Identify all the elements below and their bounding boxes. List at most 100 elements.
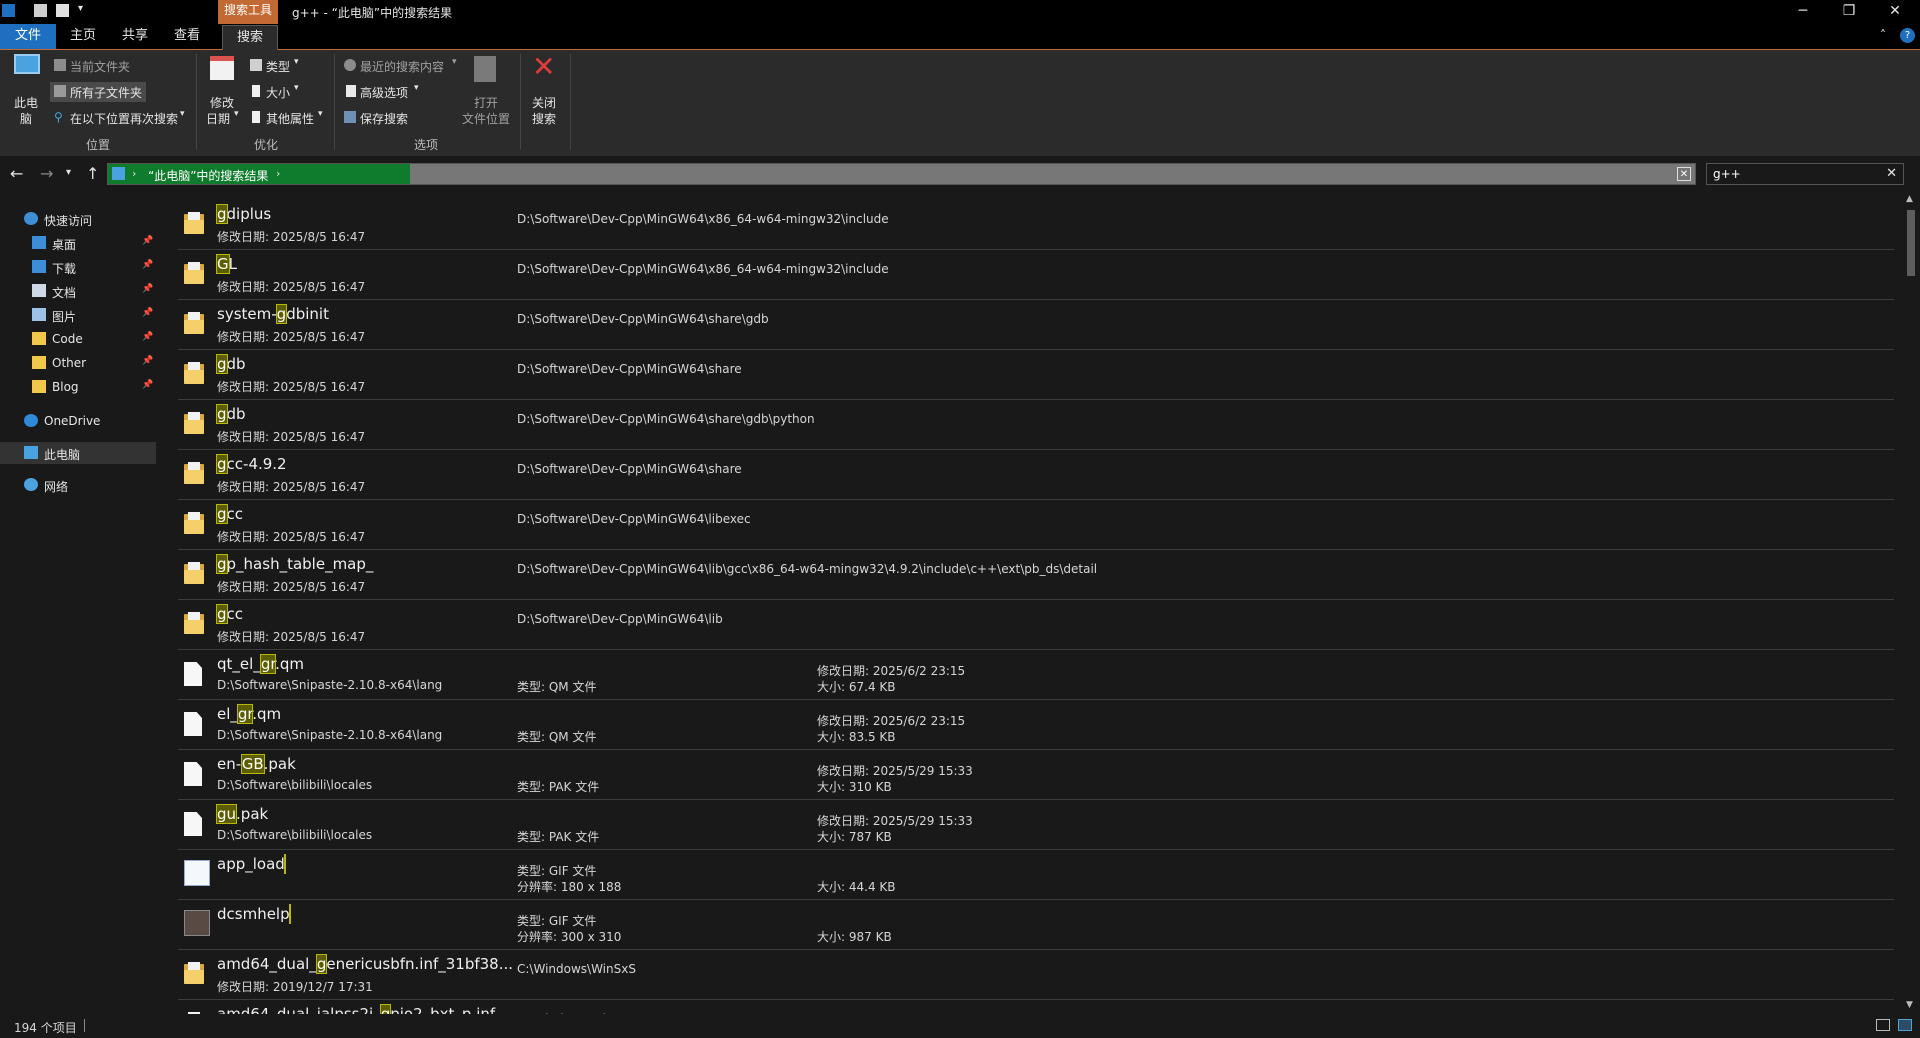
minimize-button[interactable]: ─ xyxy=(1780,0,1826,24)
this-pc-button[interactable]: 此电 脑 xyxy=(8,54,44,130)
all-subfolders-button[interactable]: 所有子文件夹 xyxy=(50,82,146,102)
result-row[interactable]: amd64_dual_genericusbfn.inf_31bf38... 修改日… xyxy=(178,950,1894,1000)
help-icon[interactable]: ? xyxy=(1900,28,1915,43)
sidebar-item[interactable]: 下载 📌 xyxy=(0,256,156,278)
tab-search[interactable]: 搜索 xyxy=(222,25,278,50)
result-row[interactable]: GL 修改日期: 2025/8/5 16:47 D:\Software\Dev-Cp… xyxy=(178,250,1894,300)
address-bar[interactable]: › “此电脑”中的搜索结果 › ✕ xyxy=(107,163,1696,185)
match-highlight: g xyxy=(379,1004,392,1014)
ribbon-separator xyxy=(334,54,335,150)
result-date-modified: 修改日期: 2025/6/2 23:15 xyxy=(817,664,966,678)
large-icons-view-icon[interactable] xyxy=(1898,1019,1912,1031)
sidebar-item[interactable]: 快速访问 xyxy=(0,208,156,230)
result-row[interactable]: gcc 修改日期: 2025/8/5 16:47 D:\Software\Dev-C… xyxy=(178,600,1894,650)
details-view-icon[interactable] xyxy=(1876,1019,1890,1031)
tab-share[interactable]: 共享 xyxy=(110,24,160,49)
up-arrow-icon[interactable]: ↑ xyxy=(86,164,99,183)
scroll-up-arrow-icon[interactable]: ▲ xyxy=(1906,194,1913,204)
save-icon xyxy=(344,111,356,123)
recent-locations-chevron-icon[interactable]: ▾ xyxy=(66,167,71,178)
tab-view[interactable]: 查看 xyxy=(162,24,212,49)
new-folder-icon[interactable] xyxy=(56,4,69,17)
folder-icon xyxy=(32,332,46,345)
result-row[interactable]: gu.pak D:\Software\bilibili\locales 类型: PA… xyxy=(178,800,1894,850)
result-row[interactable]: el_gr.qm D:\Software\Snipaste-2.10.8-x64\… xyxy=(178,700,1894,750)
tab-file[interactable]: 文件 xyxy=(0,24,56,49)
folder-scope-icon xyxy=(54,59,66,71)
sidebar-item[interactable]: 网络 xyxy=(0,474,156,496)
sidebar-item[interactable]: 桌面 📌 xyxy=(0,232,156,254)
folder-icon xyxy=(184,462,204,484)
result-row[interactable]: gdiplus 修改日期: 2025/8/5 16:47 D:\Software\D… xyxy=(178,200,1894,250)
type-dropdown-icon: ▾ xyxy=(294,57,299,67)
size-button[interactable]: 大小 ▾ xyxy=(248,82,308,102)
name-part: db xyxy=(226,355,246,373)
match-highlight: gu xyxy=(215,804,238,824)
forward-arrow-icon[interactable]: → xyxy=(40,164,53,183)
sidebar-item[interactable]: 此电脑 xyxy=(0,442,156,464)
advanced-options-button[interactable]: 高级选项 ▾ xyxy=(342,82,432,102)
current-folder-button[interactable]: 当前文件夹 xyxy=(50,56,150,76)
result-date-modified: 修改日期: 2025/6/2 23:15 xyxy=(817,714,966,728)
result-row[interactable]: system-gdbinit 修改日期: 2025/8/5 16:47 D:\Sof… xyxy=(178,300,1894,350)
result-row[interactable]: en-GB.pak D:\Software\bilibili\locales 类型:… xyxy=(178,750,1894,800)
breadcrumb-chevron-icon[interactable]: › xyxy=(276,167,280,180)
result-name: dcsmhelp xyxy=(217,905,290,923)
close-button[interactable]: ✕ xyxy=(1872,0,1918,24)
result-row[interactable]: gcc-4.9.2 修改日期: 2025/8/5 16:47 D:\Software… xyxy=(178,450,1894,500)
close-search-button[interactable]: ✕ 关闭 搜索 xyxy=(526,52,562,132)
scrollbar-thumb[interactable] xyxy=(1907,210,1915,276)
result-row[interactable]: qt_el_gr.qm D:\Software\Snipaste-2.10.8-x… xyxy=(178,650,1894,700)
save-search-label: 保存搜索 xyxy=(360,112,409,126)
result-row[interactable]: app_load 类型: GIF 文件 分辨率: 180 x 188 大小: 44.4… xyxy=(178,850,1894,900)
sidebar-item[interactable]: OneDrive xyxy=(0,410,156,432)
customize-quick-access-icon[interactable]: ▾ xyxy=(78,3,91,16)
back-arrow-icon[interactable]: ← xyxy=(10,164,23,183)
properties-icon[interactable] xyxy=(34,4,47,17)
folder-icon xyxy=(184,212,204,234)
search-results-list[interactable]: gdiplus 修改日期: 2025/8/5 16:47 D:\Software\D… xyxy=(158,192,1902,1014)
sidebar-item[interactable]: Blog 📌 xyxy=(0,376,156,398)
file-icon xyxy=(184,812,202,836)
pin-icon: 📌 xyxy=(142,380,154,390)
scroll-down-arrow-icon[interactable]: ▼ xyxy=(1906,1000,1913,1010)
result-row[interactable]: dcsmhelp 类型: GIF 文件 分辨率: 300 x 310 大小: 987 … xyxy=(178,900,1894,950)
file-icon xyxy=(184,712,202,736)
open-file-location-button[interactable]: 打开 文件位置 xyxy=(458,56,514,132)
search-box[interactable]: ✕ xyxy=(1706,163,1904,185)
name-part: app_load xyxy=(217,855,285,873)
sidebar-item[interactable]: Other 📌 xyxy=(0,352,156,374)
result-row[interactable]: gdb 修改日期: 2025/8/5 16:47 D:\Software\Dev-C… xyxy=(178,400,1894,450)
tab-home[interactable]: 主页 xyxy=(58,24,108,49)
result-row[interactable]: gp_hash_table_map_ 修改日期: 2025/8/5 16:47 D:… xyxy=(178,550,1894,600)
sidebar-item[interactable]: Code 📌 xyxy=(0,328,156,350)
result-location: D:\Software\Dev-Cpp\MinGW64\share\gdb xyxy=(517,312,769,326)
date-modified-button[interactable]: 修改 日期 ▾ xyxy=(204,56,240,132)
stop-search-icon[interactable]: ✕ xyxy=(1677,167,1691,181)
name-part: cc xyxy=(226,605,244,623)
search-input[interactable] xyxy=(1713,166,1873,182)
result-row[interactable]: gdb 修改日期: 2025/8/5 16:47 D:\Software\Dev-C… xyxy=(178,350,1894,400)
sidebar-item-label: 快速访问 xyxy=(44,214,93,228)
vertical-scrollbar[interactable]: ▲ ▼ xyxy=(1902,192,1920,1014)
breadcrumb-chevron-icon[interactable]: › xyxy=(132,167,136,180)
result-detail: 修改日期: 2025/8/5 16:47 xyxy=(217,330,366,344)
result-location: D:\Software\Dev-Cpp\MinGW64\share xyxy=(517,462,742,476)
size-dropdown-icon: ▾ xyxy=(294,83,299,93)
collapse-ribbon-icon[interactable]: ˄ xyxy=(1880,28,1886,42)
result-row[interactable]: amd64_dual_ialpss2i_gpio2_bxt_p.inf...C:… xyxy=(178,1000,1894,1014)
sidebar-item[interactable]: 文档 📌 xyxy=(0,280,156,302)
sidebar-item[interactable]: 图片 📌 xyxy=(0,304,156,326)
breadcrumb-search-results[interactable]: “此电脑”中的搜索结果 xyxy=(148,167,268,184)
folder-icon xyxy=(184,562,204,584)
search-again-button[interactable]: ⚲ 在以下位置再次搜索 ▾ xyxy=(50,108,190,128)
other-properties-button[interactable]: 其他属性 ▾ xyxy=(248,108,328,128)
restore-button[interactable]: ❐ xyxy=(1826,0,1872,24)
save-search-button[interactable]: 保存搜索 xyxy=(342,108,422,128)
recent-searches-button[interactable]: 最近的搜索内容 ▾ xyxy=(342,56,462,76)
result-row[interactable]: gcc 修改日期: 2025/8/5 16:47 D:\Software\Dev-C… xyxy=(178,500,1894,550)
type-button[interactable]: 类型 ▾ xyxy=(248,56,308,76)
result-name: amd64_dual_genericusbfn.inf_31bf38... xyxy=(217,954,513,974)
name-part: db xyxy=(226,405,246,423)
clear-search-icon[interactable]: ✕ xyxy=(1886,166,1897,181)
